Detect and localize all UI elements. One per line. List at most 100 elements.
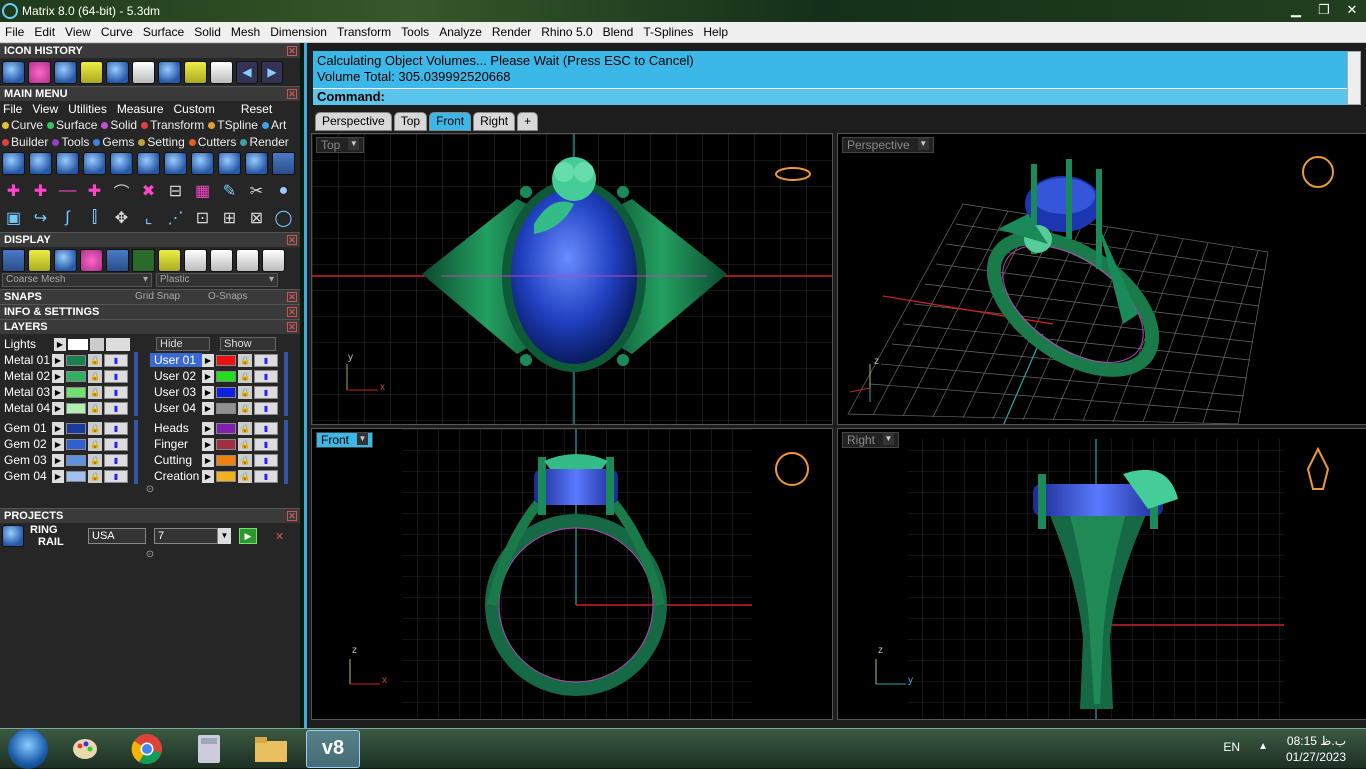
- grid-snap-toggle[interactable]: Grid Snap: [135, 290, 180, 304]
- tool-icon[interactable]: [272, 152, 295, 175]
- layer-visibility-toggle[interactable]: ▮: [104, 385, 128, 399]
- category-cutters[interactable]: Cutters: [188, 135, 236, 150]
- viewport-top-label[interactable]: Top ▼: [316, 137, 365, 153]
- chevron-down-icon[interactable]: ▼: [348, 138, 360, 150]
- tool-icon[interactable]: [164, 152, 187, 175]
- clear-icon[interactable]: ✕: [275, 530, 284, 543]
- matrix-app-taskbar-icon[interactable]: v8: [306, 729, 360, 768]
- menu-blend[interactable]: Blend: [598, 25, 639, 39]
- layer-row[interactable]: Gem 03 ▶ 🔒 ▮: [0, 452, 148, 468]
- viewport-right-label[interactable]: Right ▼: [842, 432, 900, 448]
- layer-arrow-icon[interactable]: ▶: [202, 421, 214, 435]
- cubes-icon[interactable]: ▣: [2, 206, 25, 229]
- menu-mesh[interactable]: Mesh: [226, 25, 265, 39]
- layer-row[interactable]: User 03 ▶ 🔒 ▮: [150, 384, 298, 400]
- layer-color-swatch[interactable]: [66, 454, 86, 466]
- close-icon[interactable]: ✕: [287, 46, 297, 56]
- tool-icon[interactable]: [110, 152, 133, 175]
- history-tool-icon[interactable]: [132, 60, 155, 84]
- add-tab-button[interactable]: +: [517, 112, 539, 131]
- lights-arrow[interactable]: ▶: [54, 337, 66, 351]
- tool-icon[interactable]: [218, 152, 241, 175]
- tab-right[interactable]: Right: [473, 112, 516, 131]
- layer-row[interactable]: Heads ▶ 🔒 ▮: [150, 420, 298, 436]
- layer-visibility-toggle[interactable]: ▮: [254, 401, 278, 415]
- layer-visibility-toggle[interactable]: ▮: [254, 453, 278, 467]
- ring-project-icon[interactable]: [2, 525, 24, 547]
- menu-edit[interactable]: Edit: [29, 25, 60, 39]
- cross-icon[interactable]: ✖: [137, 179, 160, 202]
- layer-lock-icon[interactable]: 🔒: [88, 401, 102, 415]
- move-icon[interactable]: ✥: [110, 206, 133, 229]
- layer-name[interactable]: User 04: [150, 401, 202, 415]
- layer-visibility-toggle[interactable]: ▮: [104, 369, 128, 383]
- layers-header[interactable]: LAYERS ✕: [0, 319, 300, 334]
- layers-expand-icon[interactable]: ⊙: [0, 484, 300, 498]
- layer-arrow-icon[interactable]: ▶: [202, 453, 214, 467]
- minimize-button[interactable]: ▁: [1282, 0, 1310, 20]
- layer-row[interactable]: User 04 ▶ 🔒 ▮: [150, 400, 298, 416]
- category-solid[interactable]: Solid: [101, 118, 137, 133]
- layer-visibility-toggle[interactable]: ▮: [254, 385, 278, 399]
- layer-row[interactable]: User 01 ▶ 🔒 ▮: [150, 352, 298, 368]
- sphere-material-icon[interactable]: [262, 249, 285, 272]
- layer-name[interactable]: Finger: [150, 437, 202, 451]
- tab-top[interactable]: Top: [393, 112, 428, 131]
- split-icon[interactable]: ⫿: [83, 206, 106, 229]
- layer-arrow-icon[interactable]: ▶: [52, 421, 64, 435]
- layer-name[interactable]: User 03: [150, 385, 202, 399]
- plus-icon[interactable]: ✚: [29, 179, 52, 202]
- tool-icon[interactable]: [191, 152, 214, 175]
- box-icon[interactable]: ⊡: [191, 206, 214, 229]
- layer-row[interactable]: Creation ▶ 🔒 ▮: [150, 468, 298, 484]
- layer-lock-icon[interactable]: 🔒: [238, 437, 252, 451]
- category-render[interactable]: Render: [240, 135, 289, 150]
- close-icon[interactable]: ✕: [287, 89, 297, 99]
- menu-curve[interactable]: Curve: [96, 25, 138, 39]
- size-dropdown-icon[interactable]: ▼: [218, 528, 231, 544]
- layer-color-swatch[interactable]: [66, 470, 86, 482]
- tool-icon[interactable]: [56, 152, 79, 175]
- layer-arrow-icon[interactable]: ▶: [202, 353, 214, 367]
- layer-row[interactable]: Finger ▶ 🔒 ▮: [150, 436, 298, 452]
- layer-lock-icon[interactable]: 🔒: [238, 353, 252, 367]
- layer-visibility-toggle[interactable]: ▮: [104, 401, 128, 415]
- layer-name[interactable]: Metal 04: [0, 401, 52, 415]
- layer-color-swatch[interactable]: [66, 354, 86, 366]
- menu-transform[interactable]: Transform: [332, 25, 396, 39]
- layer-visibility-toggle[interactable]: ▮: [254, 353, 278, 367]
- layer-name[interactable]: Cutting: [150, 453, 202, 467]
- layer-lock-icon[interactable]: 🔒: [238, 401, 252, 415]
- category-tspline[interactable]: TSpline: [208, 118, 258, 133]
- white-material-icon[interactable]: [236, 249, 259, 272]
- layer-name[interactable]: User 01: [150, 353, 202, 367]
- country-select[interactable]: USA: [88, 528, 146, 544]
- layer-lock-icon[interactable]: 🔒: [238, 421, 252, 435]
- layer-name[interactable]: User 02: [150, 369, 202, 383]
- menu-tsplines[interactable]: T-Splines: [638, 25, 698, 39]
- layer-visibility-toggle[interactable]: ▮: [104, 437, 128, 451]
- go-button[interactable]: ▶: [239, 528, 257, 544]
- mm-custom[interactable]: Custom: [174, 102, 215, 116]
- layer-row[interactable]: Gem 01 ▶ 🔒 ▮: [0, 420, 148, 436]
- snaps-header[interactable]: SNAPS Grid Snap O-Snaps ✕: [0, 289, 300, 304]
- layer-lock-icon[interactable]: 🔒: [88, 437, 102, 451]
- silver-material-icon[interactable]: [184, 249, 207, 272]
- layer-visibility-toggle[interactable]: ▮: [104, 453, 128, 467]
- layer-row[interactable]: Metal 01 ▶ 🔒 ▮: [0, 352, 148, 368]
- ghost-icon[interactable]: [80, 249, 103, 272]
- material-select[interactable]: Plastic: [156, 273, 278, 287]
- layer-visibility-toggle[interactable]: ▮: [104, 421, 128, 435]
- curve-icon[interactable]: ∫: [56, 206, 79, 229]
- layer-row[interactable]: Cutting ▶ 🔒 ▮: [150, 452, 298, 468]
- layer-color-swatch[interactable]: [216, 386, 236, 398]
- show-button[interactable]: Show: [220, 337, 276, 351]
- layer-lock-icon[interactable]: 🔒: [88, 469, 102, 483]
- shaded-icon[interactable]: [28, 249, 51, 272]
- menu-surface[interactable]: Surface: [138, 25, 189, 39]
- pattern-icon[interactable]: ▦: [191, 179, 214, 202]
- cut-icon[interactable]: ⊠: [245, 206, 268, 229]
- viewport-right[interactable]: z y Right ▼: [837, 428, 1366, 720]
- projects-header[interactable]: PROJECTS ✕: [0, 508, 300, 523]
- layer-arrow-icon[interactable]: ▶: [202, 437, 214, 451]
